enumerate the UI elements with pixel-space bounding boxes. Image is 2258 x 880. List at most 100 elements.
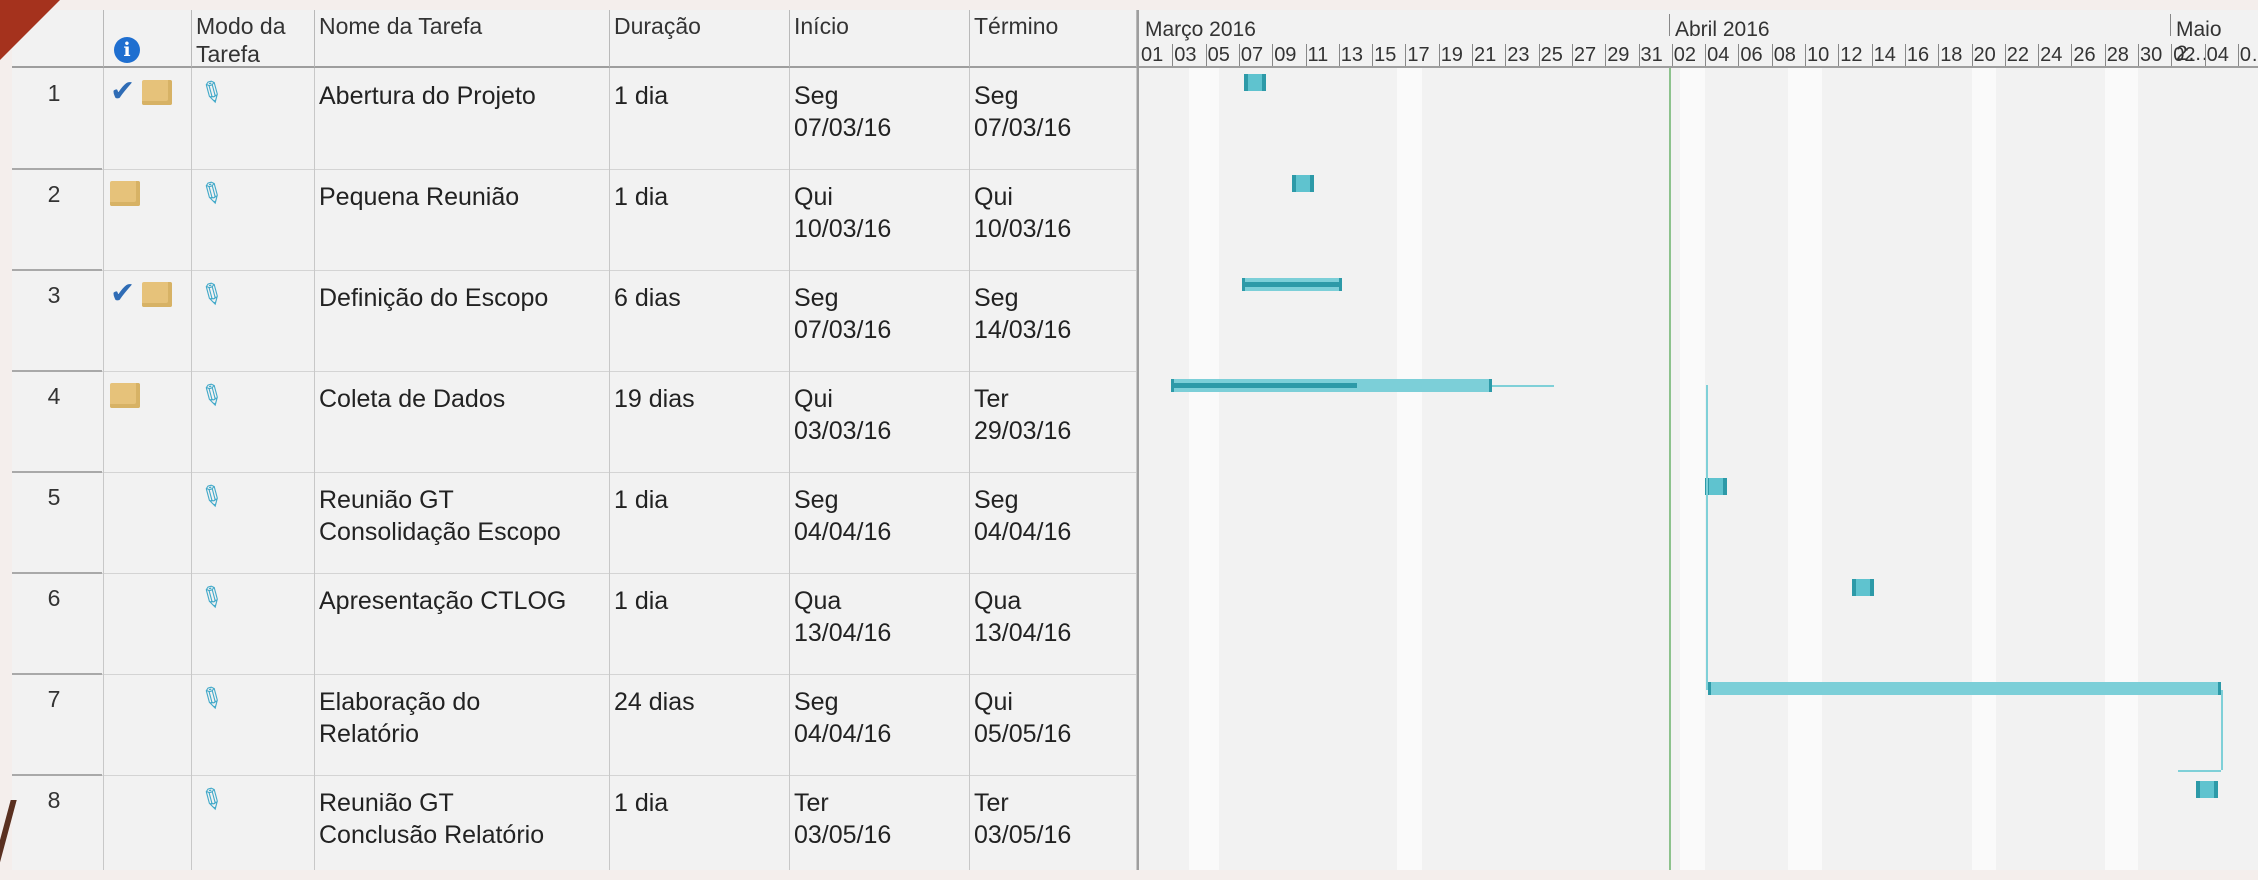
task-start-text: Qua 13/04/16 xyxy=(794,587,892,647)
column-header-start[interactable]: Início xyxy=(790,10,970,68)
task-duration-cell[interactable]: 1 dia xyxy=(610,169,790,270)
task-name-cell[interactable]: Elaboração do Relatório xyxy=(315,674,610,775)
task-duration-cell[interactable]: 24 dias xyxy=(610,674,790,775)
task-start-cell[interactable]: Qui 10/03/16 xyxy=(790,169,970,270)
note-icon[interactable] xyxy=(142,282,172,307)
task-name-cell[interactable]: Abertura do Projeto xyxy=(315,68,610,169)
task-name-cell[interactable]: Reunião GT Consolidação Escopo xyxy=(315,472,610,573)
indicators-cell[interactable]: ✔ xyxy=(104,270,192,371)
task-start-cell[interactable]: Seg 04/04/16 xyxy=(790,674,970,775)
task-bar[interactable] xyxy=(1708,682,2222,695)
column-header-mode[interactable]: Modo da Tarefa xyxy=(192,10,315,68)
task-finish-cell[interactable]: Qui 05/05/16 xyxy=(970,674,1137,775)
task-duration-text: 1 dia xyxy=(614,587,669,615)
task-start-cell[interactable]: Qui 03/03/16 xyxy=(790,371,970,472)
task-bar[interactable] xyxy=(1705,478,1728,495)
task-finish-cell[interactable]: Seg 07/03/16 xyxy=(970,68,1137,169)
row-number: 1 xyxy=(47,80,61,106)
indicators-cell[interactable] xyxy=(104,169,192,270)
timescale-day-label: 05 xyxy=(1207,44,1230,66)
task-duration-cell[interactable]: 1 dia xyxy=(610,573,790,674)
dependency-link xyxy=(2178,770,2222,772)
indicators-cell[interactable] xyxy=(104,472,192,573)
timescale-day-label: 31 xyxy=(1640,44,1663,66)
row-number-cell[interactable]: 1 xyxy=(12,68,104,169)
timescale-header[interactable]: Março 2016 Abril 2016 Maio 2… 01 03 05 07 09… xyxy=(1139,10,2258,68)
day-separator xyxy=(2138,44,2139,66)
task-finish-cell[interactable]: Ter 29/03/16 xyxy=(970,371,1137,472)
task-row[interactable]: 8 ✎ Reunião GT Conclusão Relatório 1 dia Ter… xyxy=(12,775,1137,870)
row-number-cell[interactable]: 8 xyxy=(12,775,104,870)
indicators-cell[interactable] xyxy=(104,573,192,674)
indicators-header[interactable]: i xyxy=(104,10,192,68)
row-number-cell[interactable]: 7 xyxy=(12,674,104,775)
task-finish-cell[interactable]: Qua 13/04/16 xyxy=(970,573,1137,674)
task-finish-cell[interactable]: Ter 03/05/16 xyxy=(970,775,1137,870)
day-separator xyxy=(1205,44,1207,66)
timescale-day-label: 08 xyxy=(1773,44,1796,66)
task-finish-cell[interactable]: Seg 04/04/16 xyxy=(970,472,1137,573)
task-mode-cell[interactable]: ✎ xyxy=(192,270,315,371)
day-separator xyxy=(1405,44,1407,66)
task-mode-cell[interactable]: ✎ xyxy=(192,472,315,573)
note-icon[interactable] xyxy=(110,383,140,408)
task-mode-cell[interactable]: ✎ xyxy=(192,371,315,472)
indicators-cell[interactable] xyxy=(104,674,192,775)
task-finish-cell[interactable]: Qui 10/03/16 xyxy=(970,169,1137,270)
manual-schedule-pin-icon: ✎ xyxy=(193,779,231,820)
task-name-cell[interactable]: Coleta de Dados xyxy=(315,371,610,472)
task-start-cell[interactable]: Seg 07/03/16 xyxy=(790,68,970,169)
task-row[interactable]: 7 ✎ Elaboração do Relatório 24 dias Seg 04/0… xyxy=(12,674,1137,775)
row-number-cell[interactable]: 3 xyxy=(12,270,104,371)
task-duration-cell[interactable]: 1 dia xyxy=(610,472,790,573)
task-start-cell[interactable]: Ter 03/05/16 xyxy=(790,775,970,870)
column-header-duration[interactable]: Duração xyxy=(610,10,790,68)
task-finish-cell[interactable]: Seg 14/03/16 xyxy=(970,270,1137,371)
column-header-name[interactable]: Nome da Tarefa xyxy=(315,10,610,68)
task-bar[interactable] xyxy=(1851,579,1874,596)
task-duration-cell[interactable]: 6 dias xyxy=(610,270,790,371)
task-name-cell[interactable]: Apresentação CTLOG xyxy=(315,573,610,674)
task-bar[interactable] xyxy=(1243,74,1266,91)
task-row[interactable]: 4 ✎ Coleta de Dados 19 dias Qui 03/03/16 Ter … xyxy=(12,371,1137,472)
task-start-cell[interactable]: Seg 07/03/16 xyxy=(790,270,970,371)
timescale-day-label: 13 xyxy=(1340,44,1364,66)
indicators-cell[interactable]: ✔ xyxy=(104,68,192,169)
task-name-cell[interactable]: Reunião GT Conclusão Relatório xyxy=(315,775,610,870)
task-name-cell[interactable]: Definição do Escopo xyxy=(315,270,610,371)
task-duration-cell[interactable]: 1 dia xyxy=(610,775,790,870)
indicators-cell[interactable] xyxy=(104,775,192,870)
task-bar[interactable] xyxy=(2196,781,2219,798)
timescale-day-label: 01 xyxy=(1141,44,1164,66)
task-name-cell[interactable]: Pequena Reunião xyxy=(315,169,610,270)
task-row[interactable]: 5 ✎ Reunião GT Consolidação Escopo 1 dia Seg… xyxy=(12,472,1137,573)
timescale-day-label: 28 xyxy=(2106,44,2129,66)
note-icon[interactable] xyxy=(110,181,140,206)
task-mode-cell[interactable]: ✎ xyxy=(192,68,315,169)
timescale-day-label: 14 xyxy=(1873,44,1896,66)
task-bar[interactable] xyxy=(1292,175,1315,192)
task-name-text: Reunião GT Conclusão Relatório xyxy=(319,789,545,849)
indicators-cell[interactable] xyxy=(104,371,192,472)
task-duration-cell[interactable]: 1 dia xyxy=(610,68,790,169)
task-mode-cell[interactable]: ✎ xyxy=(192,775,315,870)
task-name-text: Elaboração do Relatório xyxy=(319,688,481,748)
row-number-cell[interactable]: 2 xyxy=(12,169,104,270)
task-mode-cell[interactable]: ✎ xyxy=(192,573,315,674)
dependency-link xyxy=(1706,385,1708,690)
task-row[interactable]: 6 ✎ Apresentação CTLOG 1 dia Qua 13/04/16 Qua… xyxy=(12,573,1137,674)
task-row[interactable]: 1 ✔ ✎ Abertura do Projeto 1 dia Seg 07/03/16 S… xyxy=(12,68,1137,169)
task-row[interactable]: 2 ✎ Pequena Reunião 1 dia Qui 10/03/16 Qui 10… xyxy=(12,169,1137,270)
task-mode-cell[interactable]: ✎ xyxy=(192,169,315,270)
task-start-cell[interactable]: Qua 13/04/16 xyxy=(790,573,970,674)
column-header-finish[interactable]: Término xyxy=(970,10,1137,68)
task-mode-cell[interactable]: ✎ xyxy=(192,674,315,775)
note-icon[interactable] xyxy=(142,80,172,105)
row-number-cell[interactable]: 6 xyxy=(12,573,104,674)
row-number-cell[interactable]: 4 xyxy=(12,371,104,472)
timescale-month-march: Março 2016 xyxy=(1145,18,1256,41)
task-start-cell[interactable]: Seg 04/04/16 xyxy=(790,472,970,573)
row-number-cell[interactable]: 5 xyxy=(12,472,104,573)
task-row[interactable]: 3 ✔ ✎ Definição do Escopo 6 dias Seg 07/03/16… xyxy=(12,270,1137,371)
task-duration-cell[interactable]: 19 dias xyxy=(610,371,790,472)
